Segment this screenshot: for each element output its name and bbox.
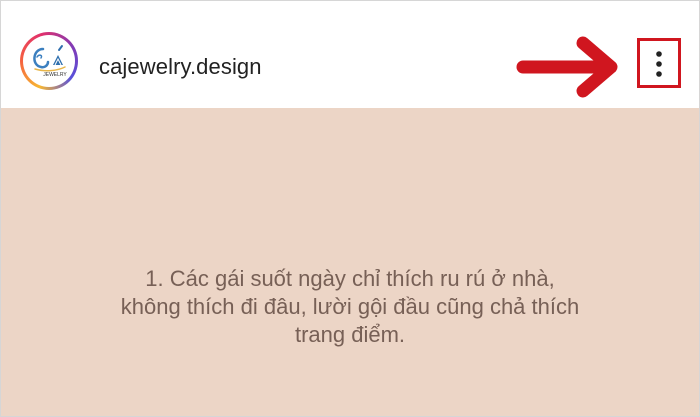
profile-avatar[interactable]: JEWELRY [20,32,78,90]
more-vertical-icon [656,51,662,77]
more-options-button[interactable] [637,38,681,88]
post-header: JEWELRY cajewelry.design [1,1,699,108]
avatar-logo-text: JEWELRY [43,72,67,78]
post-caption: 1. Các gái suốt ngày chỉ thích ru rú ở n… [120,266,580,347]
post-image: 1. Các gái suốt ngày chỉ thích ru rú ở n… [1,108,699,416]
instagram-post: JEWELRY cajewelry.design 1. Các gái suốt… [0,0,700,417]
username-link[interactable]: cajewelry.design [99,54,262,80]
red-right-arrow-icon [516,36,618,98]
avatar-logo: JEWELRY [23,35,75,87]
jewelry-logo-icon: JEWELRY [33,45,67,78]
